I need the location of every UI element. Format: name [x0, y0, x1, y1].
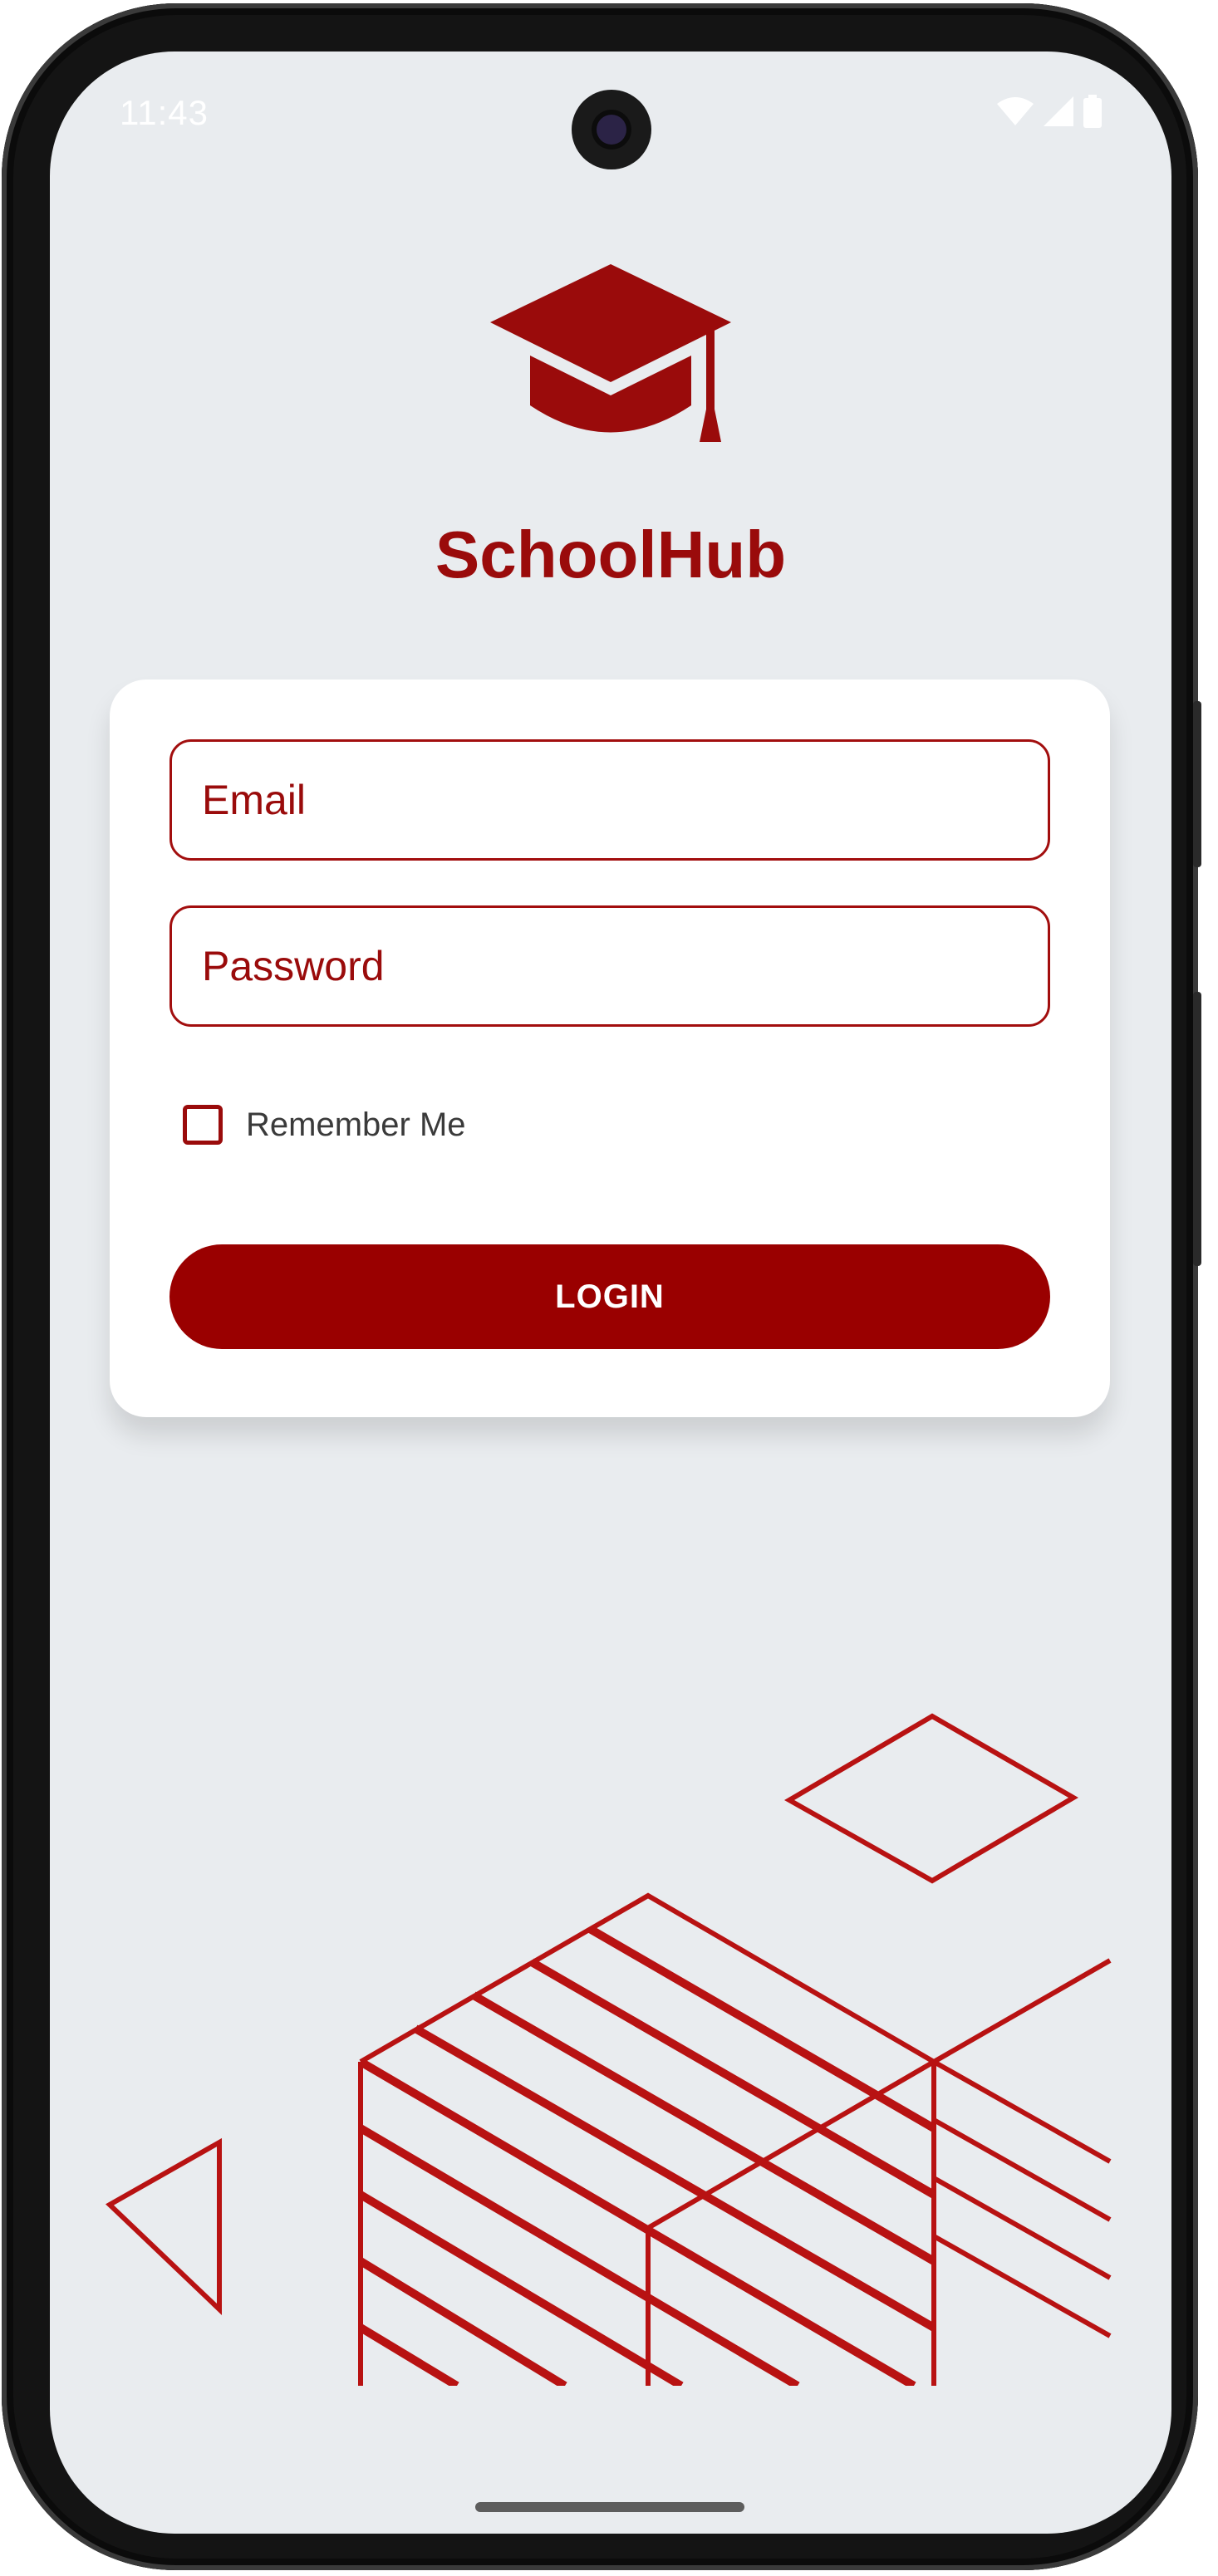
- home-indicator[interactable]: [475, 2502, 744, 2512]
- screen: 11:43 SchoolHub Email Remember Me LOGIN: [50, 52, 1171, 2534]
- front-camera: [572, 90, 651, 169]
- email-input[interactable]: [200, 775, 1048, 825]
- status-icons: [997, 95, 1102, 128]
- wifi-icon: [997, 97, 1034, 125]
- email-field[interactable]: [169, 739, 1050, 861]
- status-time: 11:43: [120, 93, 209, 132]
- decorative-geometric-pattern: [106, 1713, 1112, 2386]
- remember-me-row[interactable]: Remember Me: [183, 1105, 466, 1145]
- graduation-cap-icon: [490, 264, 731, 442]
- power-button: [1193, 992, 1201, 1266]
- app-title: SchoolHub: [435, 518, 787, 591]
- remember-me-checkbox[interactable]: [183, 1105, 223, 1145]
- remember-me-label: Remember Me: [246, 1106, 466, 1143]
- login-button[interactable]: LOGIN: [169, 1244, 1050, 1349]
- battery-icon: [1083, 95, 1102, 128]
- password-field[interactable]: [169, 905, 1050, 1027]
- volume-button: [1193, 701, 1201, 867]
- signal-icon: [1044, 96, 1073, 126]
- login-card: Remember Me LOGIN: [110, 680, 1110, 1417]
- password-input[interactable]: [200, 941, 1048, 991]
- phone-frame: 11:43 SchoolHub Email Remember Me LOGIN: [2, 3, 1201, 2570]
